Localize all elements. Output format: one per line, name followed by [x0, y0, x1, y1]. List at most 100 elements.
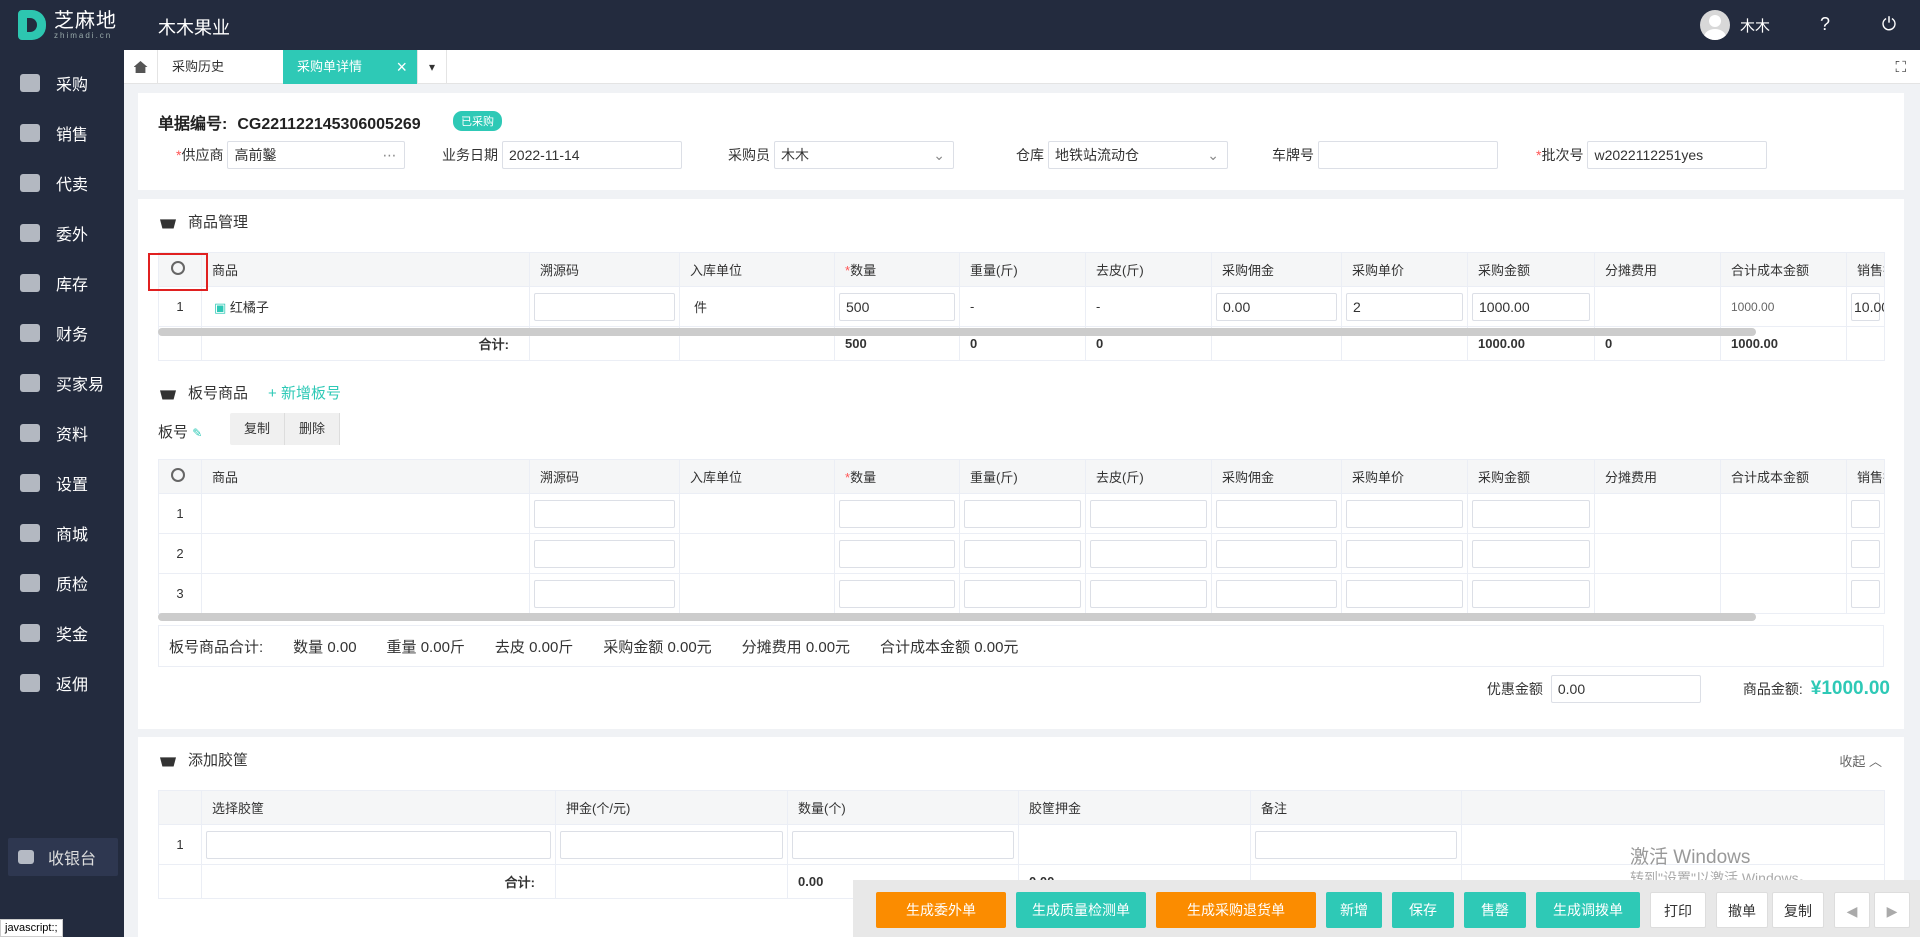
next-icon[interactable]: ▶: [1874, 892, 1910, 928]
commission-input[interactable]: [1216, 499, 1337, 528]
logo[interactable]: 芝麻地 zhimadi.cn: [18, 10, 117, 40]
more-icon[interactable]: ⋯: [382, 142, 396, 168]
amount-input[interactable]: [1472, 539, 1590, 568]
warehouse-field: 仓库 地铁站流动仓 ⌄: [1016, 141, 1228, 169]
add-board-link[interactable]: + 新增板号: [268, 382, 341, 403]
tab-purchase-detail[interactable]: 采购单详情 ×: [283, 50, 417, 84]
tare-input[interactable]: [1090, 539, 1207, 568]
create-outsource-button[interactable]: 生成委外单: [876, 892, 1006, 928]
plate-field: 车牌号: [1272, 141, 1498, 169]
copy-button[interactable]: 复制: [230, 413, 286, 445]
amount-input[interactable]: 1000.00: [1472, 292, 1590, 321]
remark-input[interactable]: [1255, 830, 1457, 859]
horizontal-scrollbar[interactable]: [158, 328, 1756, 336]
product-cell[interactable]: [201, 533, 530, 574]
logo-text: 芝麻地: [54, 9, 117, 32]
product-cell[interactable]: [201, 493, 530, 534]
sidebar-item-buyer[interactable]: 买家易: [0, 358, 124, 408]
qty-input[interactable]: [839, 539, 955, 568]
qty-input[interactable]: 500: [839, 292, 955, 321]
sale-input[interactable]: [1851, 539, 1880, 568]
trace-input[interactable]: [534, 499, 675, 528]
tare-input[interactable]: [1090, 499, 1207, 528]
deposit-input[interactable]: [560, 830, 783, 859]
warehouse-select[interactable]: 地铁站流动仓 ⌄: [1048, 141, 1228, 169]
sidebar-item-outsource[interactable]: 委外: [0, 208, 124, 258]
sidebar-item-data[interactable]: 资料: [0, 408, 124, 458]
qty-input[interactable]: [839, 579, 955, 608]
crate-select[interactable]: [206, 830, 551, 859]
sale-input[interactable]: 10.00: [1851, 292, 1884, 321]
sale-input[interactable]: [1851, 499, 1880, 528]
copy-bill-button[interactable]: 复制: [1772, 892, 1824, 928]
amount-input[interactable]: [1472, 499, 1590, 528]
trace-input[interactable]: [534, 579, 675, 608]
trace-input[interactable]: [534, 292, 675, 321]
create-return-button[interactable]: 生成采购退货单: [1156, 892, 1316, 928]
sidebar-item-purchase[interactable]: 采购: [0, 58, 124, 108]
fullscreen-icon[interactable]: ⛶: [1895, 59, 1906, 76]
prev-icon[interactable]: ◀: [1834, 892, 1870, 928]
weight-input[interactable]: [964, 539, 1081, 568]
buyer-select[interactable]: 木木 ⌄: [774, 141, 954, 169]
weight-input[interactable]: [964, 499, 1081, 528]
help-icon[interactable]: ?: [1814, 13, 1836, 35]
create-transfer-button[interactable]: 生成调拨单: [1536, 892, 1640, 928]
discount-input[interactable]: 0.00: [1550, 675, 1701, 703]
weight-input[interactable]: [964, 579, 1081, 608]
edit-icon[interactable]: ✎: [192, 426, 202, 440]
sidebar-item-consign[interactable]: 代卖: [0, 158, 124, 208]
cashier-button[interactable]: 收银台: [8, 838, 118, 876]
sold-out-button[interactable]: 售罄: [1464, 892, 1526, 928]
price-input[interactable]: [1346, 579, 1463, 608]
supplier-input[interactable]: 高前鑿 ⋯: [227, 141, 406, 169]
save-button[interactable]: 保存: [1392, 892, 1454, 928]
date-input[interactable]: 2022-11-14: [502, 141, 682, 169]
commission-input[interactable]: [1216, 579, 1337, 608]
qty-cell: [834, 533, 960, 574]
collapse-label: 收起: [1839, 754, 1866, 769]
collapse-button[interactable]: 收起 ︿: [1839, 751, 1882, 770]
batch-input[interactable]: w2022112251yes: [1587, 141, 1768, 169]
commission-input[interactable]: 0.00: [1216, 292, 1337, 321]
sidebar-item-finance[interactable]: 财务: [0, 308, 124, 358]
delete-button[interactable]: 删除: [285, 413, 341, 445]
price-input[interactable]: 2: [1346, 292, 1463, 321]
sidebar-item-bonus[interactable]: 奖金: [0, 608, 124, 658]
power-icon[interactable]: ⏻: [1878, 13, 1900, 35]
new-button[interactable]: 新增: [1326, 892, 1382, 928]
sidebar-item-shop[interactable]: 商城: [0, 508, 124, 558]
gear-icon[interactable]: [171, 468, 185, 482]
tab-home[interactable]: [124, 50, 158, 84]
tab-dropdown[interactable]: ▾: [417, 50, 447, 84]
commission-input[interactable]: [1216, 539, 1337, 568]
amount-input[interactable]: [1472, 579, 1590, 608]
tare-input[interactable]: [1090, 579, 1207, 608]
create-inspection-button[interactable]: 生成质量检测单: [1016, 892, 1146, 928]
goods-amount: ¥1000.00: [1810, 678, 1890, 699]
user-menu[interactable]: 木木: [1699, 10, 1770, 40]
trace-cell: [529, 573, 680, 614]
horizontal-scrollbar[interactable]: [158, 613, 1756, 621]
price-input[interactable]: [1346, 499, 1463, 528]
sidebar-item-sales[interactable]: 销售: [0, 108, 124, 158]
count-input[interactable]: [792, 830, 1014, 859]
sale-input[interactable]: [1851, 579, 1880, 608]
board-table: 商品 溯源码 入库单位 *数量 重量(斤) 去皮(斤) 采购佣金 采购单价 采购…: [158, 459, 1885, 614]
product-cell[interactable]: [201, 573, 530, 614]
product-cell[interactable]: ▣ 红橘子: [201, 286, 530, 327]
trace-input[interactable]: [534, 539, 675, 568]
close-icon[interactable]: ×: [396, 50, 407, 84]
settings-header[interactable]: [158, 459, 202, 494]
print-button[interactable]: 打印: [1650, 892, 1706, 928]
sidebar-item-inventory[interactable]: 库存: [0, 258, 124, 308]
price-input[interactable]: [1346, 539, 1463, 568]
sidebar-item-settings[interactable]: 设置: [0, 458, 124, 508]
qty-input[interactable]: [839, 499, 955, 528]
cancel-bill-button[interactable]: 撤单: [1716, 892, 1768, 928]
sidebar-item-label: 采购: [56, 77, 89, 94]
sidebar-item-rebate[interactable]: 返佣: [0, 658, 124, 708]
board-label-text: 板号: [158, 424, 189, 441]
sidebar-item-inspect[interactable]: 质检: [0, 558, 124, 608]
plate-input[interactable]: [1318, 141, 1498, 169]
